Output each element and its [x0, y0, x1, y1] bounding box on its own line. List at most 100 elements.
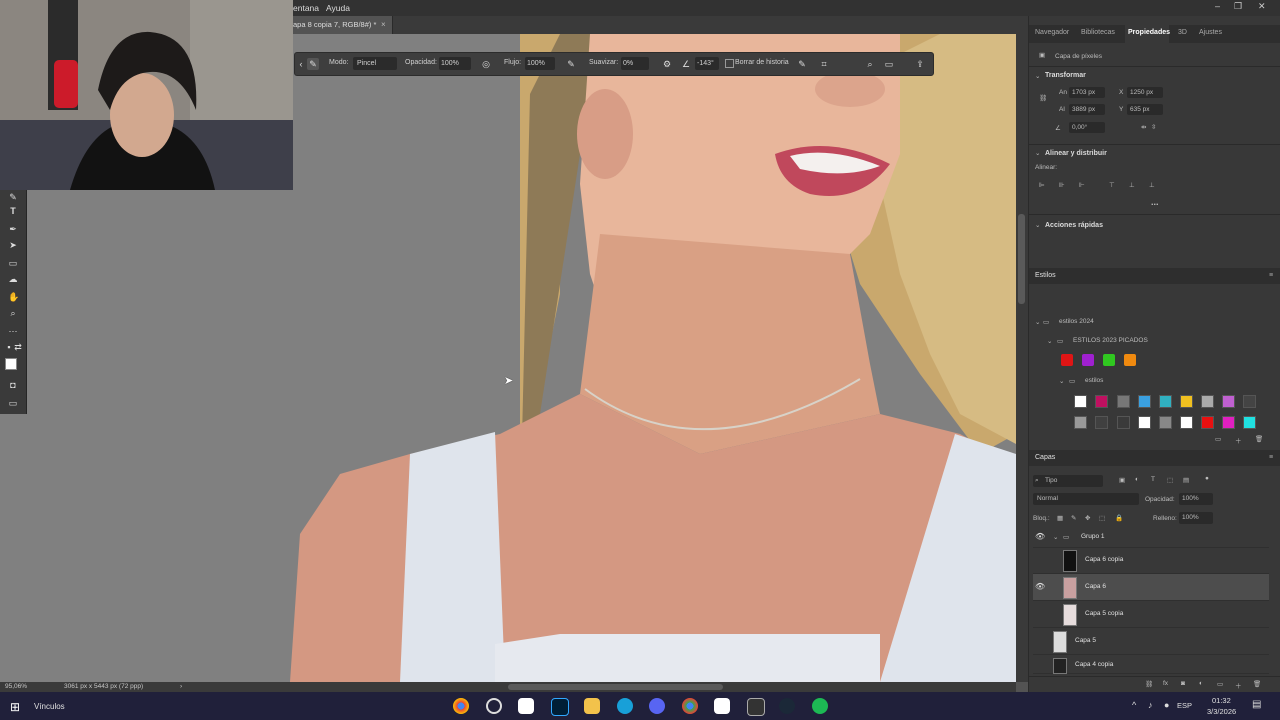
filter-pixel-icon[interactable]: ▣	[1119, 476, 1125, 484]
style-swatch[interactable]	[1124, 354, 1136, 366]
align-top-icon[interactable]: ⊤	[1109, 181, 1115, 189]
pressure-opacity-icon[interactable]: ◎	[481, 59, 491, 69]
style-swatch[interactable]	[1180, 416, 1193, 429]
share-icon[interactable]: ⇪	[915, 59, 925, 69]
epic-games-icon[interactable]	[747, 698, 765, 716]
zoom-level[interactable]: 95,06%	[5, 683, 27, 690]
tab-bibliotecas[interactable]: Bibliotecas	[1081, 29, 1115, 36]
link-icon[interactable]: ⛓	[1039, 94, 1047, 102]
width-field[interactable]: 1703 px	[1069, 87, 1105, 98]
adjustment-icon[interactable]: ◐	[1199, 680, 1203, 687]
chevron-down-icon[interactable]: ⌄	[1035, 72, 1040, 80]
cloud-tool-icon[interactable]: ☁	[8, 274, 18, 284]
delete-style-icon[interactable]: 🗑	[1255, 435, 1263, 443]
hand-tool-icon[interactable]: ✋	[8, 292, 19, 302]
chevron-down-icon[interactable]: ⌄	[1059, 377, 1064, 385]
status-chevron-icon[interactable]: ›	[180, 683, 182, 690]
filter-smart-icon[interactable]: ▤	[1183, 476, 1189, 484]
tab-estilos[interactable]: Estilos	[1035, 272, 1056, 279]
windows-start-icon[interactable]: ⊞	[10, 700, 20, 714]
microphone-icon[interactable]: ●	[1164, 700, 1169, 710]
history-brush-icon[interactable]: ✎	[307, 58, 319, 70]
tab-capas[interactable]: Capas	[1035, 454, 1055, 461]
search-icon[interactable]: ⌕	[865, 59, 875, 69]
chrome-icon[interactable]	[453, 698, 469, 714]
capcut-icon[interactable]	[518, 698, 534, 714]
angle-field[interactable]: 0,00°	[1069, 122, 1105, 133]
speaker-icon[interactable]: ♪	[1148, 700, 1153, 710]
style-folder-2024[interactable]: estilos 2024	[1059, 318, 1094, 325]
menu-window[interactable]: entana	[293, 3, 319, 13]
link-layers-icon[interactable]: ⛓	[1145, 680, 1153, 688]
blend-mode-select[interactable]: Normal	[1033, 493, 1139, 505]
style-swatch[interactable]	[1117, 395, 1130, 408]
zoom-tool-icon[interactable]: ⌕	[8, 308, 18, 318]
layer-row[interactable]: Capa 6 copia	[1033, 547, 1269, 574]
style-swatch[interactable]	[1061, 354, 1073, 366]
tab-propiedades[interactable]: Propiedades	[1128, 29, 1170, 36]
filter-shape-icon[interactable]: ⬚	[1167, 476, 1173, 484]
minimize-icon[interactable]: –	[1215, 1, 1220, 11]
photoshop-icon[interactable]	[551, 698, 569, 716]
lock-all-icon[interactable]: 🔒	[1115, 514, 1123, 522]
obs-icon[interactable]	[486, 698, 502, 714]
path-selection-icon[interactable]: ➤	[8, 240, 18, 250]
layer-opacity-field[interactable]: 100%	[1179, 493, 1213, 505]
flip-vertical-icon[interactable]: ⇳	[1151, 123, 1156, 131]
filter-type-icon[interactable]: T	[1151, 476, 1155, 483]
clock-time[interactable]: 01:32	[1212, 696, 1231, 705]
spotify-icon[interactable]	[812, 698, 828, 714]
align-center-h-icon[interactable]: ⊪	[1059, 181, 1065, 189]
screen-mode-icon[interactable]: ▭	[8, 398, 18, 408]
discord-icon[interactable]	[649, 698, 665, 714]
style-swatch[interactable]	[1103, 354, 1115, 366]
workspace-icon[interactable]: ▭	[884, 59, 894, 69]
airbrush-icon[interactable]: ✎	[566, 59, 576, 69]
angle-field[interactable]: -143°	[695, 57, 719, 70]
mask-icon[interactable]: ◙	[1181, 680, 1185, 687]
chevron-down-icon[interactable]: ⌄	[1035, 221, 1040, 229]
chevron-left-icon[interactable]: ‹	[296, 59, 306, 69]
style-swatch[interactable]	[1082, 354, 1094, 366]
language-indicator[interactable]: ESP	[1177, 701, 1192, 710]
quick-mask-icon[interactable]: ◘	[8, 380, 18, 390]
filter-adjust-icon[interactable]: ◐	[1135, 476, 1139, 483]
shape-tool-icon[interactable]: ▭	[8, 258, 18, 268]
swap-colors-icon[interactable]: ⇄	[13, 342, 23, 352]
align-left-icon[interactable]: ⊫	[1039, 181, 1045, 189]
y-field[interactable]: 635 px	[1127, 104, 1163, 115]
fx-icon[interactable]: fx	[1163, 680, 1168, 687]
style-swatch[interactable]	[1201, 395, 1214, 408]
style-swatch[interactable]	[1159, 395, 1172, 408]
chevron-down-icon[interactable]: ⌄	[1047, 337, 1052, 345]
chevron-down-icon[interactable]: ⌄	[1035, 318, 1040, 326]
style-swatch[interactable]	[1095, 416, 1108, 429]
style-swatch[interactable]	[1243, 416, 1256, 429]
panel-menu-icon[interactable]: ≡	[1269, 272, 1273, 279]
chevron-down-icon[interactable]: ⌄	[1053, 533, 1058, 541]
style-swatch[interactable]	[1117, 416, 1130, 429]
style-swatch[interactable]	[1201, 416, 1214, 429]
file-explorer-icon[interactable]	[584, 698, 600, 714]
style-swatch[interactable]	[1074, 416, 1087, 429]
gear-icon[interactable]: ⚙	[662, 59, 672, 69]
layer-filter-select[interactable]: ⌕ Tipo	[1033, 475, 1103, 487]
edge-icon[interactable]	[617, 698, 633, 714]
links-toolbar[interactable]: Vínculos	[34, 702, 65, 711]
chevron-down-icon[interactable]: ⌄	[1035, 149, 1040, 157]
panel-menu-icon[interactable]: ≡	[1269, 454, 1273, 461]
document-close-icon[interactable]: ×	[381, 20, 386, 29]
menu-help[interactable]: Ayuda	[326, 3, 350, 13]
lock-artboard-icon[interactable]: ⬚	[1099, 514, 1105, 522]
tab-3d[interactable]: 3D	[1178, 29, 1187, 36]
steam-icon[interactable]	[779, 698, 795, 714]
eye-icon[interactable]: 👁	[1035, 582, 1045, 592]
smoothing-field[interactable]: 0%	[621, 57, 649, 70]
pen-tool-icon[interactable]: ✒	[8, 224, 18, 234]
style-swatch[interactable]	[1159, 416, 1172, 429]
notifications-icon[interactable]: ▤	[1252, 699, 1261, 710]
foreground-color-swatch[interactable]	[5, 358, 17, 370]
tab-ajustes[interactable]: Ajustes	[1199, 29, 1222, 36]
align-middle-icon[interactable]: ⊥	[1129, 181, 1135, 189]
brush-tool-icon[interactable]: ✎	[8, 192, 18, 202]
